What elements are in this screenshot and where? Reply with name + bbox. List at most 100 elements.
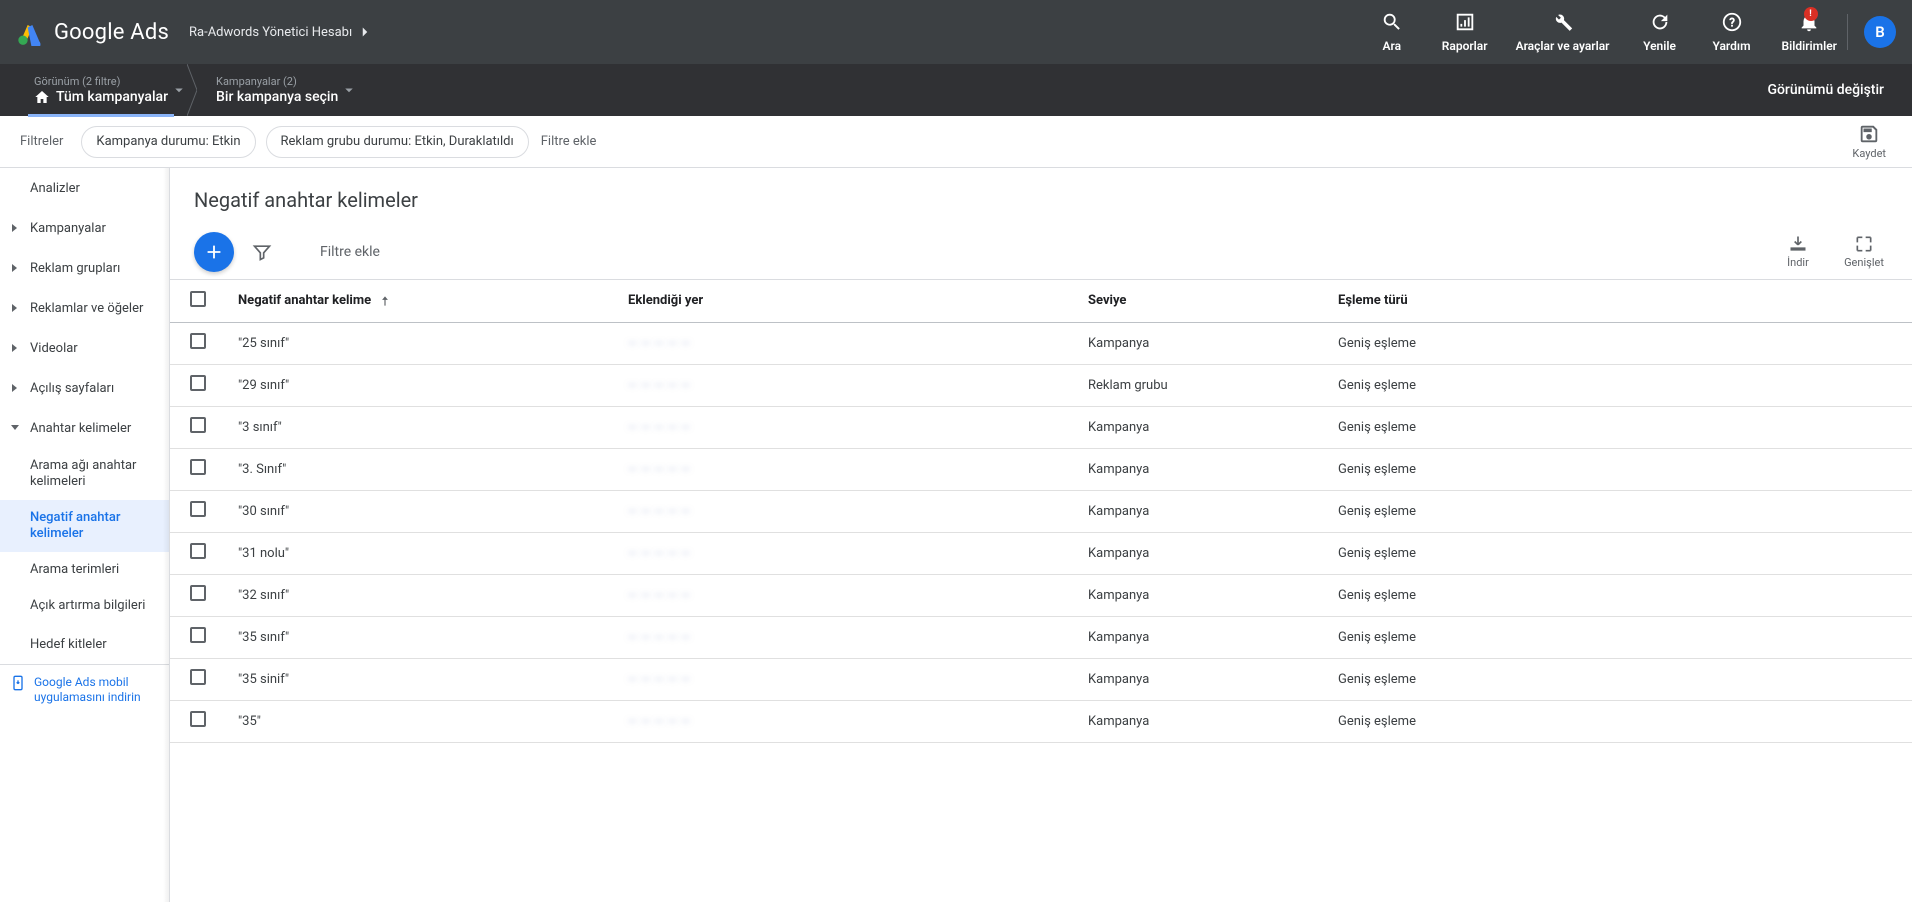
chevron-right-icon [10,263,20,273]
chevron-right-icon [10,343,20,353]
app-header: Google Ads Ra-Adwords Yönetici Hesabı Ar… [0,0,1912,64]
cell-keyword: "35 sınıf" [222,616,612,658]
row-checkbox[interactable] [190,375,206,391]
cell-match-type: Geniş eşleme [1322,448,1912,490]
filter-chip[interactable]: Kampanya durumu: Etkin [81,126,255,158]
sidebar-subitem[interactable]: Negatif anahtar kelimeler [0,500,169,552]
table-row[interactable]: "35 sinif"— — — — —KampanyaGeniş eşleme [170,658,1912,700]
search-button[interactable]: Ara [1370,11,1414,53]
breadcrumb-campaign[interactable]: Kampanyalar (2) Bir kampanya seçin [202,64,352,116]
table-row[interactable]: "35 sınıf"— — — — —KampanyaGeniş eşleme [170,616,1912,658]
change-view-button[interactable]: Görünümü değiştir [1759,82,1892,98]
cell-match-type: Geniş eşleme [1322,406,1912,448]
sidebar-item-label: Açılış sayfaları [30,381,114,396]
row-checkbox[interactable] [190,459,206,475]
sidebar-item-label: Hedef kitleler [30,637,107,652]
filter-input-placeholder[interactable]: Filtre ekle [320,244,380,260]
filter-chip[interactable]: Reklam grubu durumu: Etkin, Duraklatıldı [266,126,529,158]
brand[interactable]: Google Ads [16,18,169,46]
cell-keyword: "35 sinif" [222,658,612,700]
cell-match-type: Geniş eşleme [1322,490,1912,532]
table-row[interactable]: "3 sınıf"— — — — —KampanyaGeniş eşleme [170,406,1912,448]
select-all-checkbox[interactable] [190,291,206,307]
table-row[interactable]: "35"— — — — —KampanyaGeniş eşleme [170,700,1912,742]
sidebar-item-label: Arama terimleri [30,562,119,578]
filter-bar-label: Filtreler [20,134,63,149]
tools-button[interactable]: Araçlar ve ayarlar [1516,11,1610,53]
refresh-button[interactable]: Yenile [1638,11,1682,53]
notification-badge: ! [1804,7,1818,21]
cell-added-to: — — — — — [612,406,1072,448]
table-row[interactable]: "31 nolu"— — — — —KampanyaGeniş eşleme [170,532,1912,574]
brand-name: Google Ads [54,20,169,45]
breadcrumb-bar: Görünüm (2 filtre) Tüm kampanyalar Kampa… [0,64,1912,116]
cell-level: Kampanya [1072,448,1322,490]
row-checkbox[interactable] [190,417,206,433]
cell-added-to: — — — — — [612,700,1072,742]
sidebar-item[interactable]: Hedef kitleler [0,624,169,664]
cell-added-to: — — — — — [612,490,1072,532]
row-checkbox[interactable] [190,585,206,601]
add-keyword-button[interactable] [194,232,234,272]
cell-keyword: "3 sınıf" [222,406,612,448]
row-checkbox[interactable] [190,711,206,727]
table-scroll[interactable]: Negatif anahtar kelime Eklendiği yer Sev… [170,280,1912,902]
save-button[interactable]: Kaydet [1846,123,1892,160]
sidebar-item[interactable]: Anahtar kelimeler [0,408,169,448]
sidebar-item[interactable]: Kampanyalar [0,208,169,248]
add-filter-link[interactable]: Filtre ekle [541,134,597,149]
avatar[interactable]: B [1864,16,1896,48]
table-row[interactable]: "30 sınıf"— — — — —KampanyaGeniş eşleme [170,490,1912,532]
sidebar-subitem[interactable]: Açık artırma bilgileri [0,588,169,624]
cell-keyword: "32 sınıf" [222,574,612,616]
help-icon [1721,11,1743,33]
mobile-app-promo[interactable]: Google Ads mobil uygulamasını indirin [0,664,169,715]
sidebar-item[interactable]: Reklam grupları [0,248,169,288]
row-checkbox[interactable] [190,543,206,559]
sidebar-nav: AnalizlerKampanyalarReklam gruplarıRekla… [0,168,170,902]
sidebar-item[interactable]: Açılış sayfaları [0,368,169,408]
negative-keywords-table: Negatif anahtar kelime Eklendiği yer Sev… [170,280,1912,743]
cell-level: Kampanya [1072,322,1322,364]
cell-level: Kampanya [1072,700,1322,742]
notifications-button[interactable]: ! Bildirimler [1782,11,1837,53]
cell-added-to: — — — — — [612,322,1072,364]
table-row[interactable]: "29 sınıf"— — — — —Reklam grubuGeniş eşl… [170,364,1912,406]
col-header-level[interactable]: Seviye [1072,280,1322,322]
cell-match-type: Geniş eşleme [1322,364,1912,406]
cell-keyword: "29 sınıf" [222,364,612,406]
sidebar-item[interactable]: Reklamlar ve öğeler [0,288,169,328]
breadcrumb-view[interactable]: Görünüm (2 filtre) Tüm kampanyalar [20,64,182,116]
table-row[interactable]: "3. Sınıf"— — — — —KampanyaGeniş eşleme [170,448,1912,490]
sidebar-item-label: Arama ağı anahtar kelimeleri [30,458,159,490]
cell-level: Reklam grubu [1072,364,1322,406]
sidebar-item[interactable]: Videolar [0,328,169,368]
cell-keyword: "3. Sınıf" [222,448,612,490]
sidebar-item[interactable]: Analizler [0,168,169,208]
table-row[interactable]: "25 sınıf"— — — — —KampanyaGeniş eşleme [170,322,1912,364]
download-button[interactable]: İndir [1774,234,1822,269]
account-switcher[interactable]: Ra-Adwords Yönetici Hesabı [189,23,374,41]
refresh-icon [1649,11,1671,33]
plus-icon [203,241,225,263]
reports-button[interactable]: Raporlar [1442,11,1488,53]
cell-level: Kampanya [1072,616,1322,658]
expand-button[interactable]: Genişlet [1840,234,1888,269]
help-button[interactable]: Yardım [1710,11,1754,53]
chevron-down-icon [10,423,20,433]
row-checkbox[interactable] [190,627,206,643]
account-name: Ra-Adwords Yönetici Hesabı [189,25,352,40]
cell-keyword: "30 sınıf" [222,490,612,532]
table-row[interactable]: "32 sınıf"— — — — —KampanyaGeniş eşleme [170,574,1912,616]
row-checkbox[interactable] [190,669,206,685]
sidebar-subitem[interactable]: Arama terimleri [0,552,169,588]
col-header-match-type[interactable]: Eşleme türü [1322,280,1912,322]
cell-keyword: "35" [222,700,612,742]
sidebar-subitem[interactable]: Arama ağı anahtar kelimeleri [0,448,169,500]
table-toolbar: Filtre ekle İndir Genişlet [170,224,1912,280]
filter-funnel-button[interactable] [252,242,272,262]
row-checkbox[interactable] [190,333,206,349]
col-header-added-to[interactable]: Eklendiği yer [612,280,1072,322]
col-header-keyword[interactable]: Negatif anahtar kelime [222,280,612,322]
row-checkbox[interactable] [190,501,206,517]
